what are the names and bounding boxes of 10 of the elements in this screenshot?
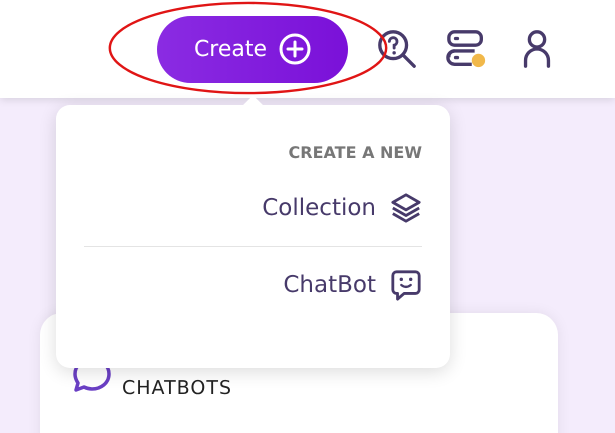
layers-icon (390, 192, 422, 224)
menu-heading: CREATE A NEW (288, 143, 422, 162)
smiley-chat-icon (390, 269, 422, 301)
server-icon[interactable] (446, 28, 488, 70)
menu-item[interactable]: Collection (84, 180, 422, 236)
menu-item[interactable]: ChatBot (84, 257, 422, 313)
card-title: CHATBOTS (122, 377, 232, 399)
create-button[interactable]: Create (157, 16, 348, 82)
plus-circle-icon (279, 33, 312, 65)
help-search-icon[interactable] (376, 28, 418, 70)
